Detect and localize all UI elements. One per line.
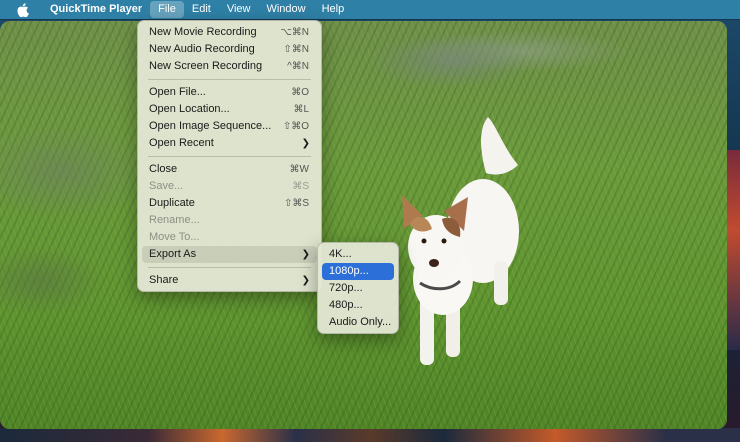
- dock-strip: [0, 428, 740, 442]
- menu-item-rename: Rename...: [142, 212, 317, 229]
- menu-separator: [148, 156, 311, 157]
- menu-item-shortcut: ⇧⌘O: [282, 121, 309, 132]
- menu-item-new-audio-recording[interactable]: New Audio Recording ⇧⌘N: [142, 41, 317, 58]
- menu-item-shortcut: ⇧⌘N: [283, 44, 309, 55]
- menu-item-label: Open File...: [149, 86, 206, 98]
- menu-item-open-recent[interactable]: Open Recent ❯: [142, 135, 317, 152]
- player-window[interactable]: [0, 21, 727, 429]
- menu-item-label: New Audio Recording: [149, 43, 255, 55]
- export-item-1080p[interactable]: 1080p...: [322, 263, 394, 280]
- menu-item-open-image-sequence[interactable]: Open Image Sequence... ⇧⌘O: [142, 118, 317, 135]
- menu-item-label: Duplicate: [149, 197, 195, 209]
- export-item-720p[interactable]: 720p...: [322, 280, 394, 297]
- menu-item-new-screen-recording[interactable]: New Screen Recording ^⌘N: [142, 58, 317, 75]
- export-as-submenu: 4K... 1080p... 720p... 480p... Audio Onl…: [317, 242, 399, 334]
- menu-item-duplicate[interactable]: Duplicate ⇧⌘S: [142, 195, 317, 212]
- dog-image: [402, 117, 519, 365]
- menu-item-shortcut: ⌥⌘N: [280, 27, 309, 38]
- export-item-4k[interactable]: 4K...: [322, 246, 394, 263]
- menu-edit[interactable]: Edit: [184, 0, 219, 19]
- menu-item-shortcut: ⌘S: [292, 181, 309, 192]
- menu-item-label: New Movie Recording: [149, 26, 257, 38]
- menu-item-new-movie-recording[interactable]: New Movie Recording ⌥⌘N: [142, 24, 317, 41]
- export-item-audio-only[interactable]: Audio Only...: [322, 314, 394, 331]
- chevron-right-icon: ❯: [301, 138, 310, 149]
- menu-item-open-file[interactable]: Open File... ⌘O: [142, 84, 317, 101]
- menu-item-label: Share: [149, 274, 179, 286]
- export-item-480p[interactable]: 480p...: [322, 297, 394, 314]
- menu-item-label: Close: [149, 163, 178, 175]
- menu-item-label: Rename...: [149, 214, 200, 226]
- app-name-menu[interactable]: QuickTime Player: [45, 0, 150, 19]
- menu-item-label: Export As: [149, 248, 197, 260]
- menu-item-close[interactable]: Close ⌘W: [142, 161, 317, 178]
- chevron-right-icon: ❯: [301, 275, 310, 286]
- menu-item-label: Save...: [149, 180, 184, 192]
- menu-item-shortcut: ^⌘N: [287, 61, 309, 72]
- desktop-wallpaper-edge: [726, 150, 740, 350]
- menu-item-shortcut: ⌘O: [291, 87, 309, 98]
- menu-separator: [148, 79, 311, 80]
- menu-item-label: 720p...: [329, 282, 363, 294]
- menu-item-export-as[interactable]: Export As ❯: [142, 246, 317, 263]
- menu-item-label: Open Image Sequence...: [149, 120, 272, 132]
- menu-item-shortcut: ⌘L: [293, 104, 309, 115]
- menu-help[interactable]: Help: [314, 0, 353, 19]
- menu-item-shortcut: ⌘W: [289, 164, 309, 175]
- menu-item-label: New Screen Recording: [149, 60, 263, 72]
- chevron-right-icon: ❯: [301, 249, 310, 260]
- menu-view[interactable]: View: [219, 0, 259, 19]
- menu-item-save: Save... ⌘S: [142, 178, 317, 195]
- menu-window[interactable]: Window: [258, 0, 313, 19]
- menu-item-label: Move To...: [149, 231, 200, 243]
- menu-item-label: Open Recent: [149, 137, 214, 149]
- menu-item-share[interactable]: Share ❯: [142, 272, 317, 289]
- apple-logo-icon[interactable]: [15, 2, 29, 17]
- menu-item-label: 1080p...: [329, 265, 369, 277]
- menu-item-label: 4K...: [329, 248, 352, 260]
- menu-item-label: Open Location...: [149, 103, 230, 115]
- file-menu: New Movie Recording ⌥⌘N New Audio Record…: [137, 20, 322, 292]
- menu-item-shortcut: ⇧⌘S: [283, 198, 309, 209]
- menu-item-open-location[interactable]: Open Location... ⌘L: [142, 101, 317, 118]
- menu-item-label: Audio Only...: [329, 316, 392, 328]
- menu-file[interactable]: File: [150, 1, 184, 18]
- menu-bar: QuickTime Player File Edit View Window H…: [0, 0, 740, 19]
- menu-separator: [148, 267, 311, 268]
- menu-item-label: 480p...: [329, 299, 363, 311]
- video-frame: [0, 21, 727, 429]
- menu-item-move-to: Move To...: [142, 229, 317, 246]
